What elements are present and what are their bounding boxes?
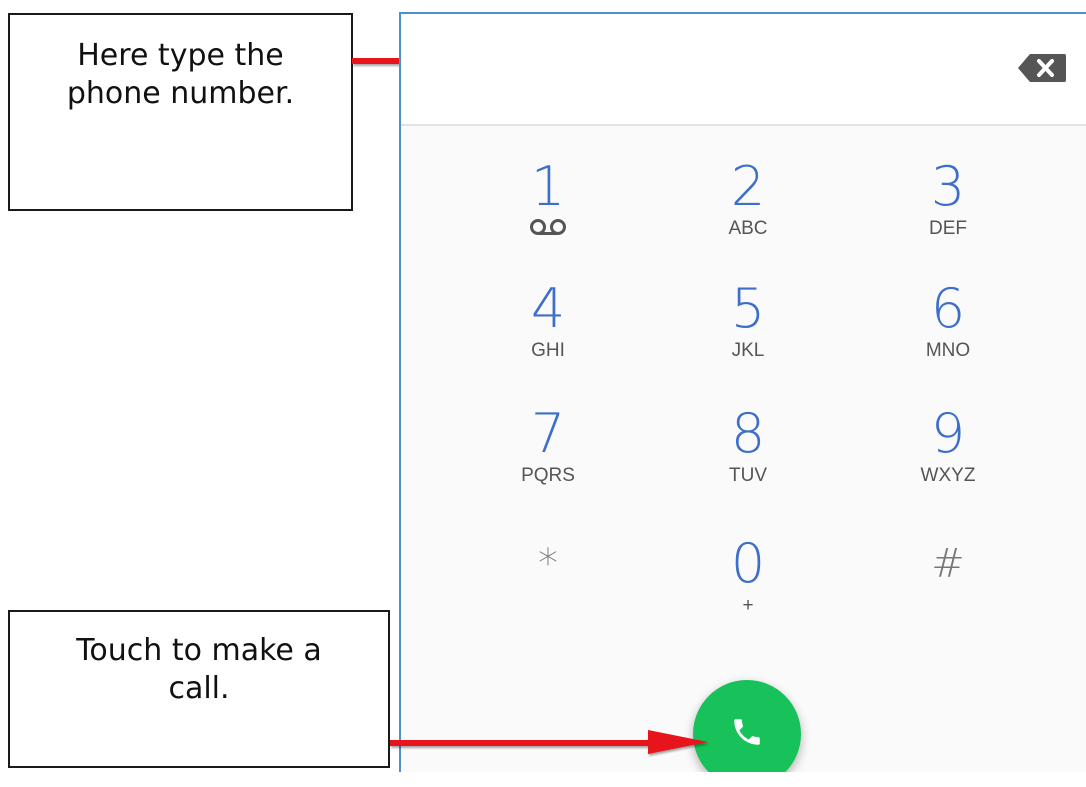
key-8[interactable]: 8 TUV xyxy=(673,404,823,514)
call-button[interactable] xyxy=(693,680,801,772)
key-digit: 9 xyxy=(930,402,966,465)
key-letters: WXYZ xyxy=(920,465,976,486)
key-digit: # xyxy=(931,541,965,587)
call-arrow xyxy=(390,730,710,754)
backspace-button[interactable] xyxy=(1016,52,1068,84)
call-callout: Touch to make a call. xyxy=(8,610,390,768)
phone-icon xyxy=(734,719,760,745)
number-callout: Here type the phone number. xyxy=(8,13,353,211)
key-letters: PQRS xyxy=(521,465,575,486)
key-digit: 8 xyxy=(730,402,766,465)
key-star[interactable]: * xyxy=(473,534,623,644)
key-5[interactable]: 5 JKL xyxy=(673,279,823,389)
key-letters: ABC xyxy=(728,218,768,239)
key-9[interactable]: 9 WXYZ xyxy=(873,404,1023,514)
key-digit: 6 xyxy=(930,277,966,340)
key-digit: 7 xyxy=(530,402,566,465)
key-digit: 4 xyxy=(530,277,566,340)
key-digit: 3 xyxy=(930,155,966,218)
voicemail-icon xyxy=(529,217,567,237)
key-letters: DEF xyxy=(929,218,967,239)
key-digit: 5 xyxy=(730,277,766,340)
key-letters: MNO xyxy=(925,340,971,361)
key-digit: 0 xyxy=(730,532,766,595)
key-7[interactable]: 7 PQRS xyxy=(473,404,623,514)
key-3[interactable]: 3 DEF xyxy=(873,157,1023,267)
key-digit: * xyxy=(538,541,558,587)
key-digit: 2 xyxy=(730,155,766,218)
key-digit: 1 xyxy=(530,155,566,218)
number-display xyxy=(401,14,1086,124)
key-letters: GHI xyxy=(531,340,565,361)
dialer-panel: 1 2 ABC 3 DEF 4 GHI 5 JKL 6 MNO 7 PQRS 8… xyxy=(399,12,1086,772)
phone-number-input[interactable] xyxy=(421,44,995,96)
key-letters: TUV xyxy=(729,465,767,486)
key-hash[interactable]: # xyxy=(873,534,1023,644)
backspace-icon xyxy=(1018,54,1066,82)
key-letters: + xyxy=(742,595,754,616)
key-0[interactable]: 0 + xyxy=(673,534,823,644)
key-6[interactable]: 6 MNO xyxy=(873,279,1023,389)
key-2[interactable]: 2 ABC xyxy=(673,157,823,267)
key-1[interactable]: 1 xyxy=(473,157,623,267)
key-letters: JKL xyxy=(731,340,765,361)
key-4[interactable]: 4 GHI xyxy=(473,279,623,389)
divider xyxy=(401,124,1086,126)
